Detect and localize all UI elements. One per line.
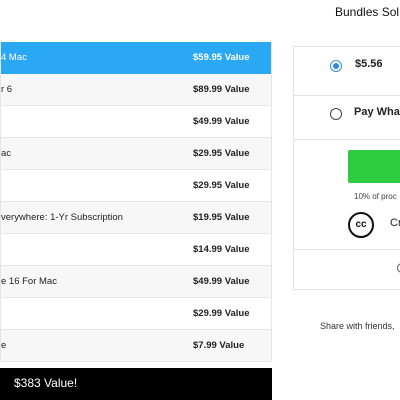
divider: [294, 249, 400, 250]
bundle-item-value: $7.99 Value: [193, 340, 245, 351]
price-option-pwyw-label[interactable]: Pay Wha: [354, 106, 400, 118]
bundle-item-value: $14.99 Value: [193, 244, 250, 255]
divider: [294, 95, 400, 96]
divider: [294, 139, 400, 140]
bundle-item-value: $49.99 Value: [193, 116, 250, 127]
bundle-item-name: 4 Mac: [1, 52, 27, 63]
status-title: Bundles Sol: [335, 5, 400, 19]
bundle-item-name: e 16 For Mac: [1, 276, 57, 287]
bundle-item-name: ac: [1, 148, 12, 159]
total-value-bar: $383 Value!: [0, 368, 272, 400]
bundle-item-value: $59.95 Value: [193, 52, 250, 63]
bundle-item-value: $29.99 Value: [193, 308, 250, 319]
bundle-item-value: $89.99 Value: [193, 84, 250, 95]
bundle-item-row[interactable]: e $7.99 Value: [1, 330, 271, 362]
price-option-fixed-label[interactable]: $5.56: [355, 58, 383, 70]
bundle-item-row[interactable]: $29.95 Value: [1, 170, 271, 202]
bundle-item-value: $19.95 Value: [193, 212, 250, 223]
bundle-item-row[interactable]: $29.99 Value: [1, 298, 271, 330]
bundle-item-name: r 6: [1, 84, 13, 95]
price-option-pwyw-radio[interactable]: [330, 108, 342, 120]
bundle-item-value: $29.95 Value: [193, 180, 250, 191]
bundle-item-row[interactable]: ac $29.95 Value: [1, 138, 271, 170]
divider: [294, 289, 400, 290]
bundle-item-row[interactable]: e 16 For Mac $49.99 Value: [1, 266, 271, 298]
share-text: Share with friends,: [320, 321, 395, 331]
bundle-item-row[interactable]: r 6 $89.99 Value: [1, 74, 271, 106]
buy-button[interactable]: [348, 150, 400, 183]
bundle-item-value: $49.99 Value: [193, 276, 250, 287]
bundle-item-row[interactable]: $14.99 Value: [1, 234, 271, 266]
total-value-label: $383 Value!: [14, 376, 78, 390]
charity-name: Cr: [390, 217, 400, 229]
bundle-item-row[interactable]: $49.99 Value: [1, 106, 271, 138]
bundle-item-value: $29.95 Value: [193, 148, 250, 159]
bundle-item-row[interactable]: verywhere: 1-Yr Subscription $19.95 Value: [1, 202, 271, 234]
bundle-items-table: 4 Mac $59.95 Value r 6 $89.99 Value $49.99 V…: [0, 42, 272, 362]
cc-icon: cc: [348, 212, 374, 238]
price-option-fixed-radio[interactable]: [330, 60, 342, 72]
bundle-item-name: e: [1, 340, 7, 351]
bundle-item-name: verywhere: 1-Yr Subscription: [1, 212, 123, 223]
charity-note: 10% of proc: [354, 192, 397, 201]
bundle-item-row[interactable]: 4 Mac $59.95 Value: [1, 42, 271, 74]
